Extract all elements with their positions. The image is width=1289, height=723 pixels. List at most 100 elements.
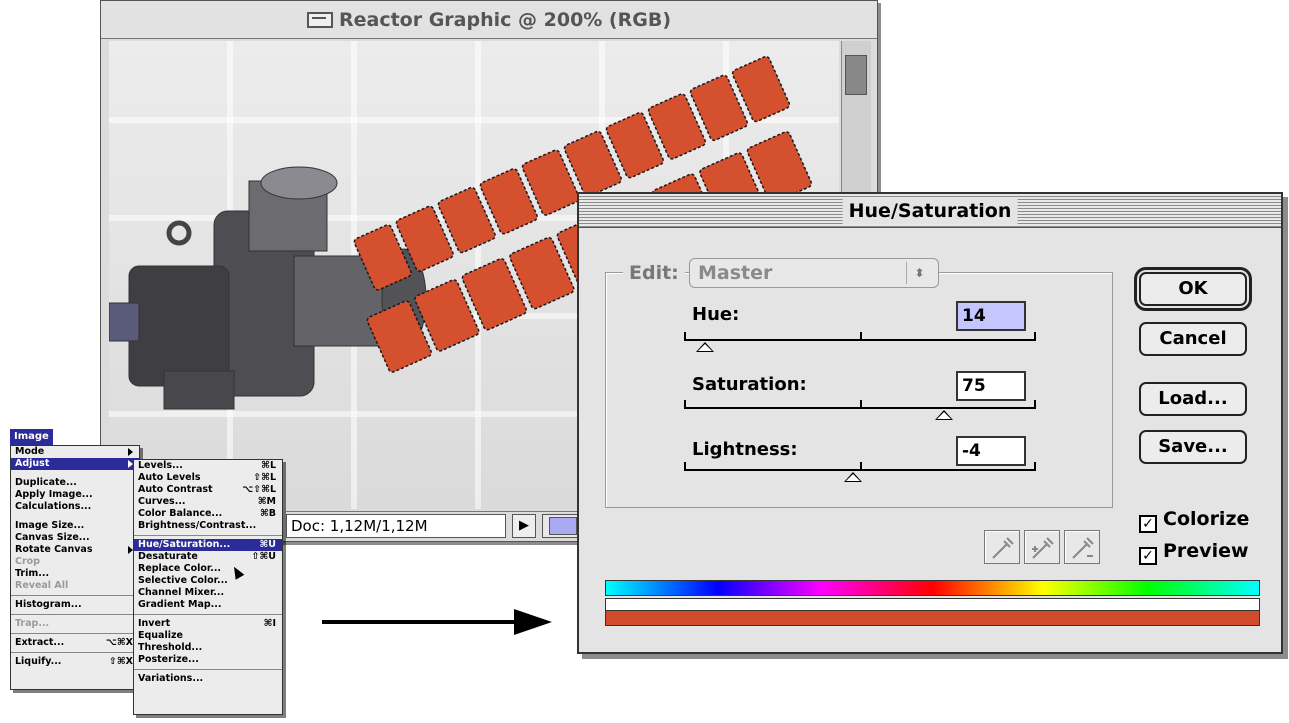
menu-shortcut: ⌘B bbox=[259, 508, 276, 519]
load-button[interactable]: Load... bbox=[1139, 382, 1247, 416]
menu-item-duplicate[interactable]: Duplicate... bbox=[11, 477, 139, 489]
menu-item-replace-color[interactable]: Replace Color... bbox=[134, 563, 282, 575]
eyedropper-minus-button bbox=[1064, 530, 1100, 564]
eyedropper-plus-button bbox=[1024, 530, 1060, 564]
colorize-label: Colorize bbox=[1163, 508, 1250, 530]
menu-shortcut: ⇧⌘U bbox=[251, 551, 277, 562]
colorize-checkbox[interactable]: ✓ Colorize bbox=[1139, 508, 1249, 533]
menu-item-extract[interactable]: Extract... ⌥⌘X bbox=[11, 637, 139, 649]
menu-item-invert[interactable]: Invert ⌘I bbox=[134, 618, 282, 630]
saturation-slider-thumb[interactable] bbox=[935, 410, 954, 420]
menu-item-trim[interactable]: Trim... bbox=[11, 568, 139, 580]
dialog-title: Hue/Saturation bbox=[842, 198, 1018, 224]
menu-item-liquify[interactable]: Liquify... ⇧⌘X bbox=[11, 656, 139, 668]
colorized-result-bar bbox=[605, 610, 1260, 626]
menu-item-label: Adjust bbox=[15, 458, 50, 469]
menu-item-curves[interactable]: Curves... ⌘M bbox=[134, 496, 282, 508]
menu-shortcut: ⌘I bbox=[263, 618, 276, 629]
saturation-slider-track[interactable] bbox=[684, 400, 1036, 409]
menu-item-apply-image[interactable]: Apply Image... bbox=[11, 489, 139, 501]
menu-item-label: Color Balance... bbox=[138, 508, 223, 519]
menu-shortcut: ⌘L bbox=[261, 460, 276, 471]
menu-item-label: Extract... bbox=[15, 637, 65, 648]
menu-shortcut: ⌘U bbox=[259, 539, 276, 550]
edit-channel-select: Master ⬍ bbox=[689, 258, 939, 288]
hue-slider-track[interactable] bbox=[684, 332, 1036, 341]
eyedropper-icon bbox=[992, 537, 1014, 559]
horizontal-scroll-thumb[interactable] bbox=[549, 517, 577, 535]
menu-separator bbox=[11, 652, 139, 653]
menu-item-variations[interactable]: Variations... bbox=[134, 673, 282, 685]
eyedropper-plus-icon bbox=[1032, 537, 1054, 559]
image-menu: Mode Adjust Duplicate... Apply Image... … bbox=[10, 445, 140, 690]
adjust-submenu: Levels... ⌘L Auto Levels ⇧⌘L Auto Contrast… bbox=[133, 459, 283, 715]
menu-item-label: Invert bbox=[138, 618, 171, 629]
saturation-label: Saturation: bbox=[692, 374, 807, 395]
lightness-label: Lightness: bbox=[692, 439, 798, 460]
dropdown-arrows-icon: ⬍ bbox=[906, 262, 932, 284]
menu-separator bbox=[134, 669, 282, 670]
lightness-slider-track[interactable] bbox=[684, 462, 1036, 471]
menu-item-label: Curves... bbox=[138, 496, 186, 507]
menu-item-auto-levels[interactable]: Auto Levels ⇧⌘L bbox=[134, 472, 282, 484]
menu-item-label: Mode bbox=[15, 446, 45, 457]
menu-item-posterize[interactable]: Posterize... bbox=[134, 654, 282, 666]
slider-center-tick bbox=[860, 400, 862, 407]
document-icon bbox=[306, 12, 333, 28]
edit-channel-value: Master bbox=[698, 262, 773, 284]
preview-check-box[interactable]: ✓ bbox=[1139, 547, 1157, 565]
status-menu-arrow-icon[interactable]: ▶ bbox=[512, 514, 536, 538]
document-title: Reactor Graphic @ 200% (RGB) bbox=[338, 9, 672, 31]
menu-separator bbox=[134, 535, 282, 536]
hue-label: Hue: bbox=[692, 304, 740, 325]
edit-label: Edit: bbox=[623, 260, 685, 286]
saturation-input[interactable]: 75 bbox=[956, 371, 1026, 401]
menu-item-rotate-canvas[interactable]: Rotate Canvas bbox=[11, 544, 139, 556]
menu-item-label: Liquify... bbox=[15, 656, 62, 667]
menu-item-calculations[interactable]: Calculations... bbox=[11, 501, 139, 513]
menu-item-channel-mixer[interactable]: Channel Mixer... bbox=[134, 587, 282, 599]
hue-slider-thumb[interactable] bbox=[696, 342, 715, 352]
menu-shortcut: ⇧⌘L bbox=[253, 472, 276, 483]
colorize-check-box[interactable]: ✓ bbox=[1139, 515, 1157, 533]
menu-item-brightness-contrast[interactable]: Brightness/Contrast... bbox=[134, 520, 282, 532]
menu-separator bbox=[11, 614, 139, 615]
menu-item-crop: Crop bbox=[15, 556, 40, 567]
menu-item-desaturate[interactable]: Desaturate ⇧⌘U bbox=[134, 551, 282, 563]
menu-item-auto-contrast[interactable]: Auto Contrast ⌥⇧⌘L bbox=[134, 484, 282, 496]
menu-separator bbox=[11, 633, 139, 634]
menu-item-selective-color[interactable]: Selective Color... bbox=[134, 575, 282, 587]
hue-input[interactable]: 14 bbox=[956, 301, 1026, 331]
menu-item-adjust[interactable]: Adjust bbox=[11, 458, 139, 470]
input-spectrum-bar bbox=[605, 580, 1260, 596]
menu-separator bbox=[11, 595, 139, 596]
menu-shortcut: ⌥⌘X bbox=[105, 637, 133, 648]
menu-item-trap: Trap... bbox=[15, 618, 50, 629]
doc-size-info[interactable]: Doc: 1,12M/1,12M bbox=[286, 514, 506, 538]
menu-item-mode[interactable]: Mode bbox=[11, 446, 139, 458]
menu-item-image-size[interactable]: Image Size... bbox=[11, 520, 139, 532]
preview-checkbox[interactable]: ✓ Preview bbox=[1139, 540, 1249, 565]
menu-item-hue-saturation[interactable]: Hue/Saturation... ⌘U bbox=[134, 539, 282, 551]
dialog-title-bar[interactable]: Hue/Saturation bbox=[579, 194, 1281, 228]
menu-item-color-balance[interactable]: Color Balance... ⌘B bbox=[134, 508, 282, 520]
right-arrow-icon bbox=[322, 609, 552, 635]
menu-item-reveal-all: Reveal All bbox=[15, 580, 69, 591]
menu-item-levels[interactable]: Levels... ⌘L bbox=[134, 460, 282, 472]
ok-button[interactable]: OK bbox=[1139, 272, 1247, 306]
menu-item-label: Hue/Saturation... bbox=[138, 539, 231, 550]
save-button[interactable]: Save... bbox=[1139, 430, 1247, 464]
vertical-scroll-thumb[interactable] bbox=[845, 55, 867, 95]
menu-item-histogram[interactable]: Histogram... bbox=[11, 599, 139, 611]
menu-item-gradient-map[interactable]: Gradient Map... bbox=[134, 599, 282, 611]
horizontal-scrollbar[interactable] bbox=[542, 514, 582, 538]
menu-item-label: Auto Levels bbox=[138, 472, 201, 483]
menu-item-equalize[interactable]: Equalize bbox=[134, 630, 282, 642]
document-title-bar[interactable]: Reactor Graphic @ 200% (RGB) bbox=[101, 1, 877, 39]
menu-item-canvas-size[interactable]: Canvas Size... bbox=[11, 532, 139, 544]
menu-item-threshold[interactable]: Threshold... bbox=[134, 642, 282, 654]
image-menu-title[interactable]: Image bbox=[10, 429, 53, 445]
menu-separator bbox=[134, 614, 282, 615]
lightness-slider-thumb[interactable] bbox=[843, 472, 862, 482]
cancel-button[interactable]: Cancel bbox=[1139, 322, 1247, 356]
